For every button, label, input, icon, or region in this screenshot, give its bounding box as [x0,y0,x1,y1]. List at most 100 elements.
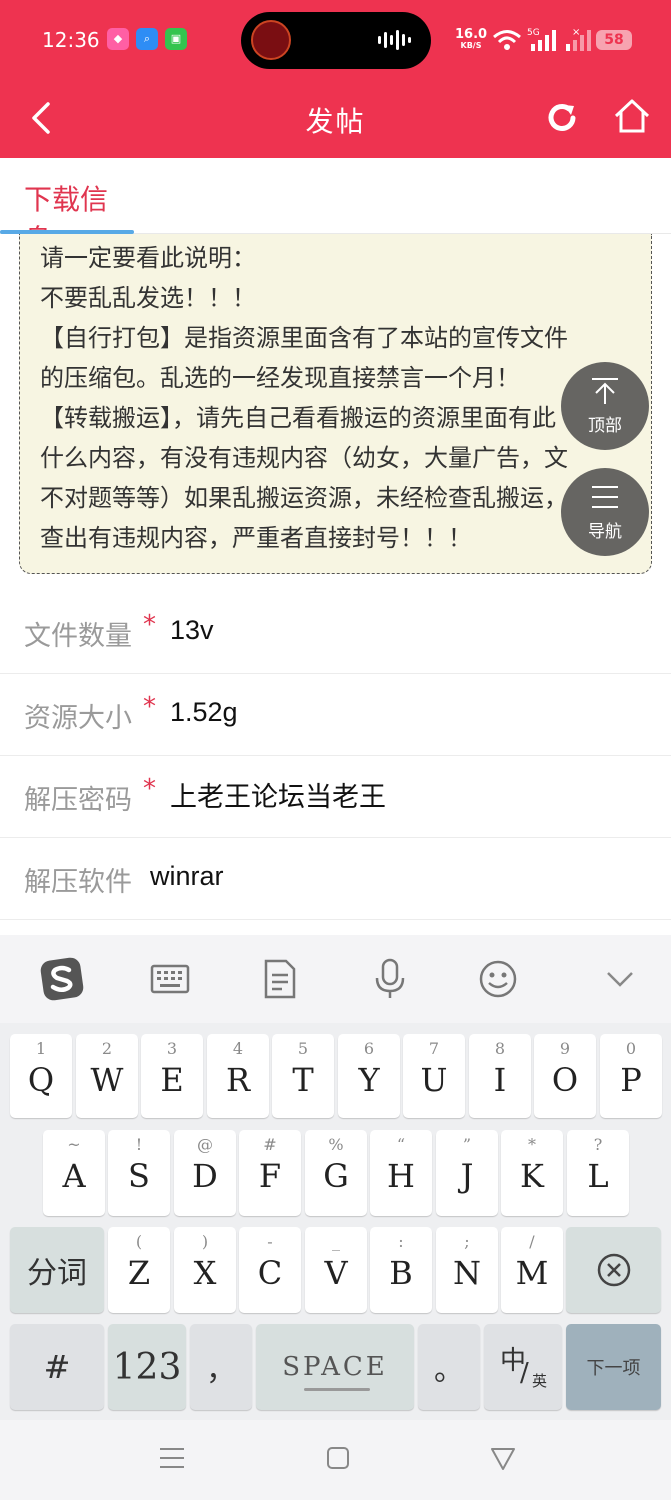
software-label: 解压软件 [24,867,132,898]
arrow-up-icon [592,378,618,404]
key-h[interactable]: “H [370,1130,432,1216]
back-triangle-icon[interactable] [487,1442,519,1474]
battery-level: 58 [604,32,624,48]
key-n[interactable]: ; N [436,1227,498,1313]
key-z[interactable]: (Z [108,1227,170,1313]
software-input[interactable] [150,856,640,896]
key-b[interactable]: :B [370,1227,432,1313]
network-speed-value: 16.0 [455,27,488,42]
nav-label: 导航 [588,522,622,542]
key-r[interactable]: 4R [207,1034,269,1118]
shopping-app-icon: ▣ [165,28,187,50]
home-icon[interactable] [612,96,652,136]
network-speed: 16.0 KB/S [455,28,487,51]
key-g[interactable]: % G [305,1130,367,1216]
key-t[interactable]: 5T [272,1034,334,1118]
wifi-icon [493,30,521,50]
form-row-password: 解压密码 * [0,756,671,838]
notice-line: 【转载搬运】，请先自己看看搬运的资源里面有此 [40,404,556,432]
cellular-signal-5g-icon: 5G [527,28,556,51]
delete-key[interactable] [566,1227,661,1313]
scroll-to-top-button[interactable]: 顶部 [561,362,649,450]
clipboard-icon[interactable] [258,957,302,1001]
system-navigation-bar [0,1420,671,1500]
top-label: 顶部 [588,416,622,436]
battery-icon: 58 [596,30,632,50]
key-c[interactable]: -C [239,1227,301,1313]
key-m[interactable]: / M [501,1227,563,1313]
navigation-menu-button[interactable]: 导航 [561,468,649,556]
key-q[interactable]: 1Q [10,1034,72,1118]
key-e[interactable]: 3E [141,1034,203,1118]
required-mark: * [143,692,156,722]
soft-keyboard: 1Q 2W 3E 4R 5T 6Y 7U 8I 9O 0P ~ A ! S @ D #… [0,1023,671,1420]
dynamic-island[interactable] [241,12,431,69]
key-k[interactable]: * K [501,1130,563,1216]
search-app-icon: ⌕ [136,28,158,50]
key-period[interactable]: 。 [418,1324,480,1410]
form-row-size: 资源大小 * [0,674,671,756]
key-a[interactable]: ~ A [43,1130,105,1216]
menu-icon [592,486,618,508]
audio-wave-icon [378,30,411,50]
file-count-input[interactable] [170,610,640,650]
notice-line: 不要乱乱发选！！！ [40,284,256,312]
notice-line: 什么内容，有没有违规内容（幼女，大量广告，文 [40,444,568,472]
key-d[interactable]: @ D [174,1130,236,1216]
key-p[interactable]: 0P [600,1034,662,1118]
key-x[interactable]: ) X [174,1227,236,1313]
media-avatar-icon [251,20,291,60]
next-item-key[interactable]: 下一项 [566,1324,661,1410]
notice-line: 查出有违规内容，严重者直接封号！！！ [40,524,472,552]
posting-notice-box: 请一定要看此说明： 不要乱乱发选！！！ 【自行打包】是指资源里面含有了本站的宣传… [19,234,652,574]
required-mark: * [143,610,156,640]
password-input[interactable] [170,774,640,814]
form-row-software: 解压软件 [0,838,671,920]
notice-line: 不对题等等）如果乱搬运资源，未经检查乱搬运， [40,484,568,512]
notification-app-icon: ◆ [107,28,129,50]
space-key[interactable]: SPACE [256,1324,414,1410]
emoji-icon[interactable] [476,957,520,1001]
svg-text:×: × [572,27,580,38]
app-header: 12:36 ◆ ⌕ ▣ 16.0 KB/S 5G × 58 发帖 [0,0,671,158]
key-j[interactable]: ” J [436,1130,498,1216]
tab-download-info[interactable]: 下载信息 [0,158,134,256]
sogou-logo-icon[interactable] [38,955,86,1003]
keyboard-toolbar [0,935,671,1023]
cellular-signal-icon: × [566,27,591,51]
space-bar-indicator [304,1388,370,1391]
network-speed-unit: KB/S [460,41,482,50]
password-label: 解压密码 [24,785,132,816]
size-label: 资源大小 [24,703,132,734]
notice-line: 的压缩包。乱选的一经发现直接禁言一个月！ [40,364,520,392]
recent-apps-icon[interactable] [156,1442,188,1474]
key-y[interactable]: 6Y [338,1034,400,1118]
key-v[interactable]: _ V [305,1227,367,1313]
key-f[interactable]: # F [239,1130,301,1216]
size-input[interactable] [170,692,640,732]
tab-bar: 下载信息 [0,158,671,256]
key-numbers[interactable]: 123 [108,1324,186,1410]
refresh-icon[interactable] [542,98,582,138]
svg-text:5G: 5G [527,28,540,38]
key-s[interactable]: ! S [108,1130,170,1216]
key-l[interactable]: ? L [567,1130,629,1216]
notice-line: 【自行打包】是指资源里面含有了本站的宣传文件 [40,324,568,352]
file-count-label: 文件数量 [24,621,132,652]
form-row-file-count: 文件数量 * [0,592,671,674]
required-mark: * [143,774,156,804]
status-bar: 12:36 ◆ ⌕ ▣ 16.0 KB/S 5G × 58 [0,0,671,80]
microphone-icon[interactable] [368,957,412,1001]
keyboard-icon[interactable] [148,957,192,1001]
key-i[interactable]: 8I [469,1034,531,1118]
key-comma[interactable]: ， [190,1324,252,1410]
key-symbols[interactable]: # [10,1324,104,1410]
key-language-switch[interactable]: 中 / 英 [484,1324,562,1410]
key-u[interactable]: 7U [403,1034,465,1118]
delete-icon [597,1253,631,1287]
chevron-down-icon[interactable] [598,957,642,1001]
key-word-segment[interactable]: 分词 [10,1227,104,1313]
key-w[interactable]: 2W [76,1034,138,1118]
key-o[interactable]: 9O [534,1034,596,1118]
home-button-icon[interactable] [322,1442,354,1474]
